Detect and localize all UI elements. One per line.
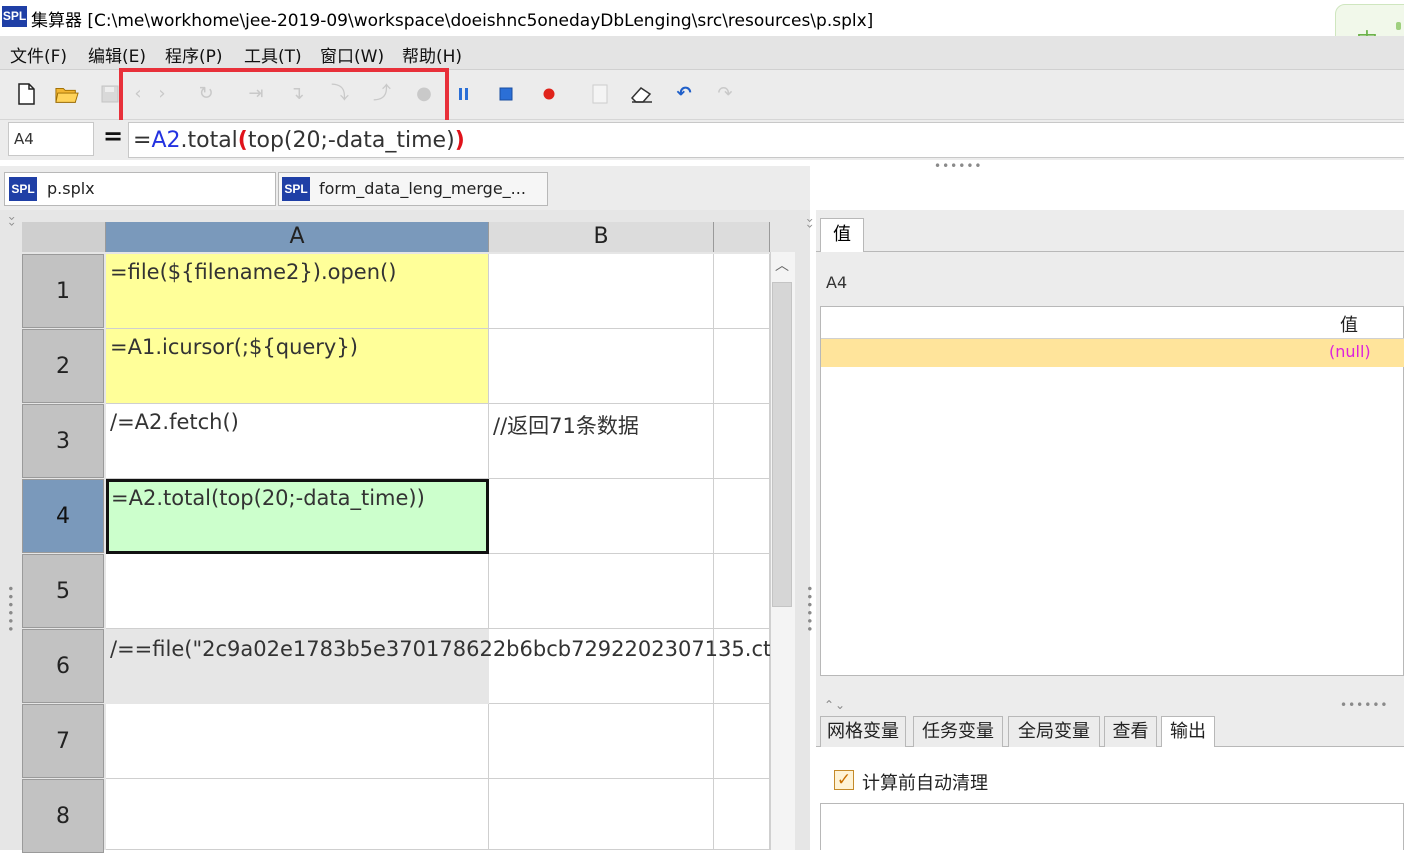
bottom-splitter-grip[interactable]: •••••• <box>1340 698 1388 712</box>
vertical-splitter-grip[interactable]: •••••• <box>3 585 17 633</box>
grid-cell-a6-overflow: /==file("2c9a02e1783b5e370178622b6bcb729… <box>106 629 770 704</box>
window-title: 集算器 [C:\me\workhome\jee-2019-09\workspac… <box>31 11 874 31</box>
grid-cell-b8[interactable] <box>489 779 714 850</box>
value-null-text: (null) <box>1329 342 1371 361</box>
open-folder-icon[interactable] <box>55 82 79 106</box>
tab-task-variables[interactable]: 任务变量 <box>913 716 1003 748</box>
menu-file[interactable]: 文件(F) <box>10 42 67 67</box>
grid-cell-a7[interactable] <box>106 704 489 779</box>
value-column-header: 值 <box>1340 315 1358 336</box>
grid-cell-a8[interactable] <box>106 779 489 850</box>
grid-cell-b1[interactable] <box>489 254 714 329</box>
new-file-icon[interactable] <box>14 82 38 106</box>
scroll-up-icon[interactable]: ︿ <box>772 256 792 276</box>
ime-moon-icon <box>1396 22 1401 30</box>
tab-watch[interactable]: 查看 <box>1104 716 1157 748</box>
column-header-a[interactable]: A <box>106 222 489 252</box>
output-textarea[interactable] <box>820 803 1404 850</box>
row-header-5[interactable]: 5 <box>22 554 104 628</box>
pause-icon[interactable] <box>452 82 476 106</box>
equals-icon: = <box>103 122 124 150</box>
tab-output[interactable]: 输出 <box>1161 716 1215 748</box>
grid-cell-c5[interactable] <box>714 554 770 629</box>
row-header-7[interactable]: 7 <box>22 704 104 778</box>
tab-label: form_data_leng_merge_... <box>319 179 526 198</box>
grid-cell-b7[interactable] <box>489 704 714 779</box>
grid-cell-a4[interactable]: =A2.total(top(20;-data_time)) <box>106 479 489 554</box>
tab-grid-variables[interactable]: 网格变量 <box>820 716 906 748</box>
menu-program[interactable]: 程序(P) <box>165 42 223 67</box>
grid-cell-c8[interactable] <box>714 779 770 850</box>
column-header-b[interactable]: B <box>489 222 714 252</box>
row-header-4[interactable]: 4 <box>22 479 104 553</box>
value-panel-cell-ref: A4 <box>826 273 848 292</box>
grid-cell-a3[interactable]: /=A2.fetch() <box>106 404 489 479</box>
undo-icon[interactable]: ↶ <box>672 82 696 106</box>
menu-tools[interactable]: 工具(T) <box>244 42 302 67</box>
row-header-3[interactable]: 3 <box>22 404 104 478</box>
redo-icon[interactable]: ↷ <box>713 82 737 106</box>
expand-collapse-icon[interactable]: ⌃⌄ <box>824 698 846 712</box>
row-header-6[interactable]: 6 <box>22 629 104 703</box>
grid-cell-c4[interactable] <box>714 479 770 554</box>
row-header-8[interactable]: 8 <box>22 779 104 853</box>
row-header-1[interactable]: 1 <box>22 254 104 328</box>
scrollbar-thumb[interactable] <box>772 282 792 607</box>
grid-cell-a5[interactable] <box>106 554 489 629</box>
calc-sheet-icon[interactable] <box>588 82 612 106</box>
row-header-2[interactable]: 2 <box>22 329 104 403</box>
menu-edit[interactable]: 编辑(E) <box>88 42 146 67</box>
formula-text: =A2.total(top(20;-data_time)) <box>133 128 465 153</box>
grid-cell-a6[interactable]: /==file("2c9a02e1783b5e370178622b6bcb729… <box>110 637 770 661</box>
grid-corner[interactable] <box>22 222 106 252</box>
value-tab-underline <box>816 251 1404 252</box>
grid-cell-b5[interactable] <box>489 554 714 629</box>
grid-cell-b4[interactable] <box>489 479 714 554</box>
panel-splitter-grip[interactable]: •••••• <box>802 585 816 633</box>
tab-global-variables[interactable]: 全局变量 <box>1008 716 1100 748</box>
grid-cell-a1[interactable]: =file(${filename2}).open() <box>106 254 489 329</box>
collapse-right-icon[interactable]: ›› <box>803 218 817 230</box>
stop-icon[interactable] <box>494 82 518 106</box>
tab-value[interactable]: 值 <box>820 218 864 252</box>
grid-cell-b2[interactable] <box>489 329 714 404</box>
grid-cell-c3[interactable] <box>714 404 770 479</box>
menu-help[interactable]: 帮助(H) <box>402 42 462 67</box>
cell-reference-field[interactable]: A4 <box>8 122 94 156</box>
value-table-header <box>821 308 1404 339</box>
spl-file-icon: SPL <box>9 177 37 201</box>
tab-p-splx[interactable]: SPL p.splx <box>4 172 276 206</box>
menu-window[interactable]: 窗口(W) <box>320 42 384 67</box>
grid-cell-c2[interactable] <box>714 329 770 404</box>
spl-file-icon: SPL <box>282 177 310 201</box>
tab-form-data-leng-merge[interactable]: SPL form_data_leng_merge_... <box>278 172 548 206</box>
auto-clear-label: 计算前自动清理 <box>862 773 988 794</box>
grid-cell-b3[interactable]: //返回71条数据 <box>489 404 714 479</box>
horizontal-splitter-grip[interactable]: •••••• <box>934 159 982 173</box>
auto-clear-checkbox[interactable]: ✓ <box>834 770 854 790</box>
grid-cell-c1[interactable] <box>714 254 770 329</box>
app-logo: SPL <box>2 6 27 27</box>
grid-cell-a2[interactable]: =A1.icursor(;${query}) <box>106 329 489 404</box>
eraser-icon[interactable] <box>630 82 654 106</box>
collapse-left-icon[interactable]: ›› <box>5 216 19 228</box>
value-row[interactable] <box>821 339 1404 367</box>
tab-label: p.splx <box>47 179 95 198</box>
column-header-c[interactable] <box>714 222 770 252</box>
breakpoint-icon[interactable] <box>537 82 561 106</box>
grid-cell-c7[interactable] <box>714 704 770 779</box>
